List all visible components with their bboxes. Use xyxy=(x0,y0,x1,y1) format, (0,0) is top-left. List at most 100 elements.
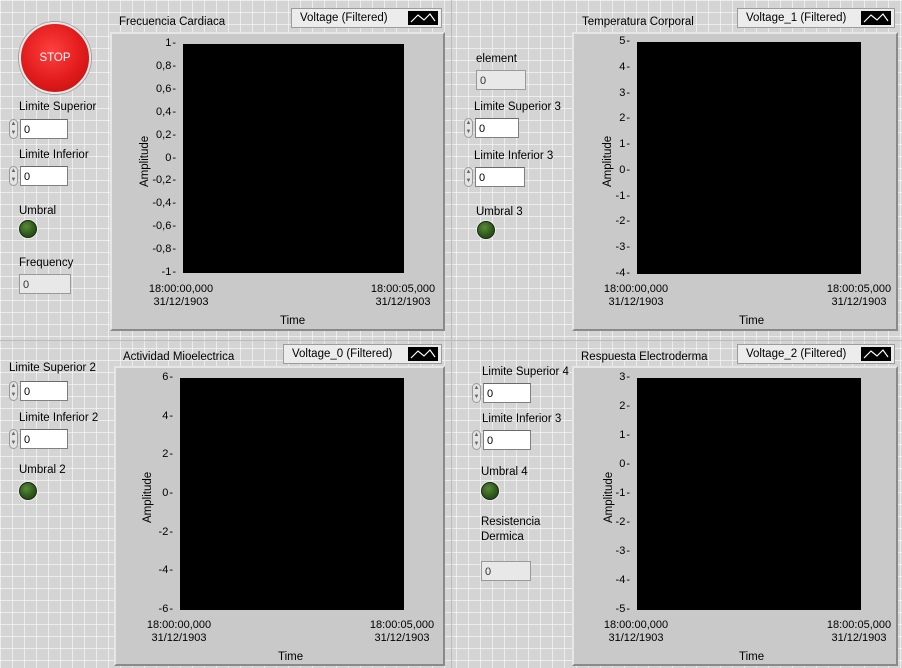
y-tick-label: 0,8 xyxy=(136,60,176,72)
limite-inferior-spinner[interactable]: ▲ ▼ xyxy=(9,166,18,186)
y-tick-label: 3 xyxy=(590,371,630,383)
y-tick-label: 3 xyxy=(590,87,630,99)
limite-inferior-2-input[interactable]: 0 xyxy=(20,429,68,449)
x-tick-start-time: 18:00:00,000 xyxy=(603,619,669,631)
resistencia-dermica-label: Resistencia Dermica xyxy=(481,515,540,545)
y-tick-label: 4 xyxy=(590,61,630,73)
y-axis-label: Amplitude xyxy=(602,135,614,187)
y-tick-label: 2 xyxy=(590,400,630,412)
chart-title: Frecuencia Cardiaca xyxy=(119,16,226,28)
y-axis-label: Amplitude xyxy=(142,471,154,523)
resistencia-dermica-indicator: 0 xyxy=(481,561,531,581)
x-tick-start-date: 31/12/1903 xyxy=(608,632,664,644)
limite-superior-input[interactable]: 0 xyxy=(20,119,68,139)
x-tick-end: 18:00:05,000 31/12/1903 xyxy=(368,283,438,309)
y-tick-label: -1 xyxy=(136,266,176,278)
y-tick-label: -0,8 xyxy=(136,243,176,255)
x-tick-end-date: 31/12/1903 xyxy=(374,632,430,644)
limite-inferior-input[interactable]: 0 xyxy=(20,166,68,186)
limite-superior-4-input[interactable]: 0 xyxy=(483,383,531,403)
umbral-3-label: Umbral 3 xyxy=(476,206,523,218)
horizontal-divider xyxy=(0,340,902,341)
resistencia-label-line1: Resistencia xyxy=(481,516,541,528)
y-tick-label: 0 xyxy=(590,458,630,470)
x-tick-end-time: 18:00:05,000 xyxy=(370,283,436,295)
y-tick-label: 0,6 xyxy=(136,83,176,95)
x-tick-start-date: 31/12/1903 xyxy=(151,632,207,644)
stop-button[interactable]: STOP xyxy=(19,22,91,94)
limite-superior-4-spinner[interactable]: ▲ ▼ xyxy=(472,383,481,403)
x-tick-start-time: 18:00:00,000 xyxy=(148,283,214,295)
umbral-3-led xyxy=(477,221,495,239)
limite-inferior-3-spinner[interactable]: ▲ ▼ xyxy=(464,167,473,187)
plot-legend[interactable]: Voltage_0 (Filtered) xyxy=(283,344,442,364)
element-label: element xyxy=(476,53,517,65)
x-tick-end-date: 31/12/1903 xyxy=(831,632,887,644)
y-axis-label: Amplitude xyxy=(603,471,615,523)
x-tick-start-time: 18:00:00,000 xyxy=(146,619,212,631)
y-tick-label: -1 xyxy=(590,190,630,202)
plot-area[interactable] xyxy=(180,378,404,610)
y-tick-label: 5 xyxy=(590,35,630,47)
limite-inferior-3b-label: Limite Inferior 3 xyxy=(482,413,562,425)
limite-superior-2-input[interactable]: 0 xyxy=(20,381,68,401)
plot-line-icon xyxy=(408,347,438,361)
plot-line-icon xyxy=(861,11,891,25)
y-tick-label: -6 xyxy=(133,603,173,615)
plot-area[interactable] xyxy=(637,378,861,610)
limite-inferior-3-label: Limite Inferior 3 xyxy=(474,150,554,162)
y-tick-label: -4 xyxy=(133,564,173,576)
chart-title: Temperatura Corporal xyxy=(582,16,694,28)
y-tick-label: 6 xyxy=(133,371,173,383)
limite-inferior-3b-input[interactable]: 0 xyxy=(483,430,531,450)
x-tick-start: 18:00:00,000 31/12/1903 xyxy=(144,619,214,645)
limite-superior-3-spinner[interactable]: ▲ ▼ xyxy=(464,118,473,138)
y-tick-label: -4 xyxy=(590,574,630,586)
legend-label: Voltage (Filtered) xyxy=(300,12,388,24)
y-tick-label: 2 xyxy=(133,448,173,460)
plot-legend[interactable]: Voltage_1 (Filtered) xyxy=(737,8,895,28)
x-tick-start-date: 31/12/1903 xyxy=(153,296,209,308)
limite-inferior-3-input[interactable]: 0 xyxy=(475,167,525,187)
limite-inferior-2-spinner[interactable]: ▲ ▼ xyxy=(9,429,18,449)
frequency-label: Frequency xyxy=(19,257,74,269)
y-tick-label: -4 xyxy=(590,267,630,279)
x-axis-label: Time xyxy=(739,315,765,327)
legend-label: Voltage_2 (Filtered) xyxy=(746,348,847,360)
x-tick-end: 18:00:05,000 31/12/1903 xyxy=(824,619,894,645)
umbral-4-led xyxy=(481,482,499,500)
x-axis-label: Time xyxy=(739,651,765,663)
y-tick-label: -3 xyxy=(590,241,630,253)
x-tick-end-date: 31/12/1903 xyxy=(375,296,431,308)
legend-label: Voltage_0 (Filtered) xyxy=(292,348,393,360)
plot-area[interactable] xyxy=(183,44,404,273)
umbral-4-label: Umbral 4 xyxy=(481,466,528,478)
legend-label: Voltage_1 (Filtered) xyxy=(746,12,847,24)
limite-superior-2-spinner[interactable]: ▲ ▼ xyxy=(9,381,18,401)
chart-title: Actividad Mioelectrica xyxy=(123,351,235,363)
limite-superior-4-label: Limite Superior 4 xyxy=(482,366,569,378)
x-tick-start: 18:00:00,000 31/12/1903 xyxy=(601,283,671,309)
x-tick-start-date: 31/12/1903 xyxy=(608,296,664,308)
chart-title: Respuesta Electroderma xyxy=(581,351,708,363)
y-tick-label: 1 xyxy=(590,429,630,441)
limite-superior-label: Limite Superior xyxy=(19,101,97,113)
limite-superior-3-input[interactable]: 0 xyxy=(475,118,519,138)
y-tick-label: -5 xyxy=(590,603,630,615)
plot-legend[interactable]: Voltage_2 (Filtered) xyxy=(737,344,895,364)
umbral-2-led xyxy=(19,482,37,500)
element-indicator: 0 xyxy=(476,70,526,90)
limite-inferior-2-label: Limite Inferior 2 xyxy=(19,412,99,424)
plot-area[interactable] xyxy=(637,42,861,274)
vertical-divider xyxy=(451,0,452,668)
plot-legend[interactable]: Voltage (Filtered) xyxy=(291,8,442,28)
limite-superior-spinner[interactable]: ▲ ▼ xyxy=(9,119,18,139)
plot-line-icon xyxy=(408,11,438,25)
x-tick-end-date: 31/12/1903 xyxy=(831,296,887,308)
y-tick-label: -3 xyxy=(590,545,630,557)
limite-inferior-3b-spinner[interactable]: ▲ ▼ xyxy=(472,430,481,450)
x-axis-label: Time xyxy=(280,315,306,327)
umbral-2-label: Umbral 2 xyxy=(19,464,66,476)
y-axis-label: Amplitude xyxy=(139,135,151,187)
x-tick-start-time: 18:00:00,000 xyxy=(603,283,669,295)
